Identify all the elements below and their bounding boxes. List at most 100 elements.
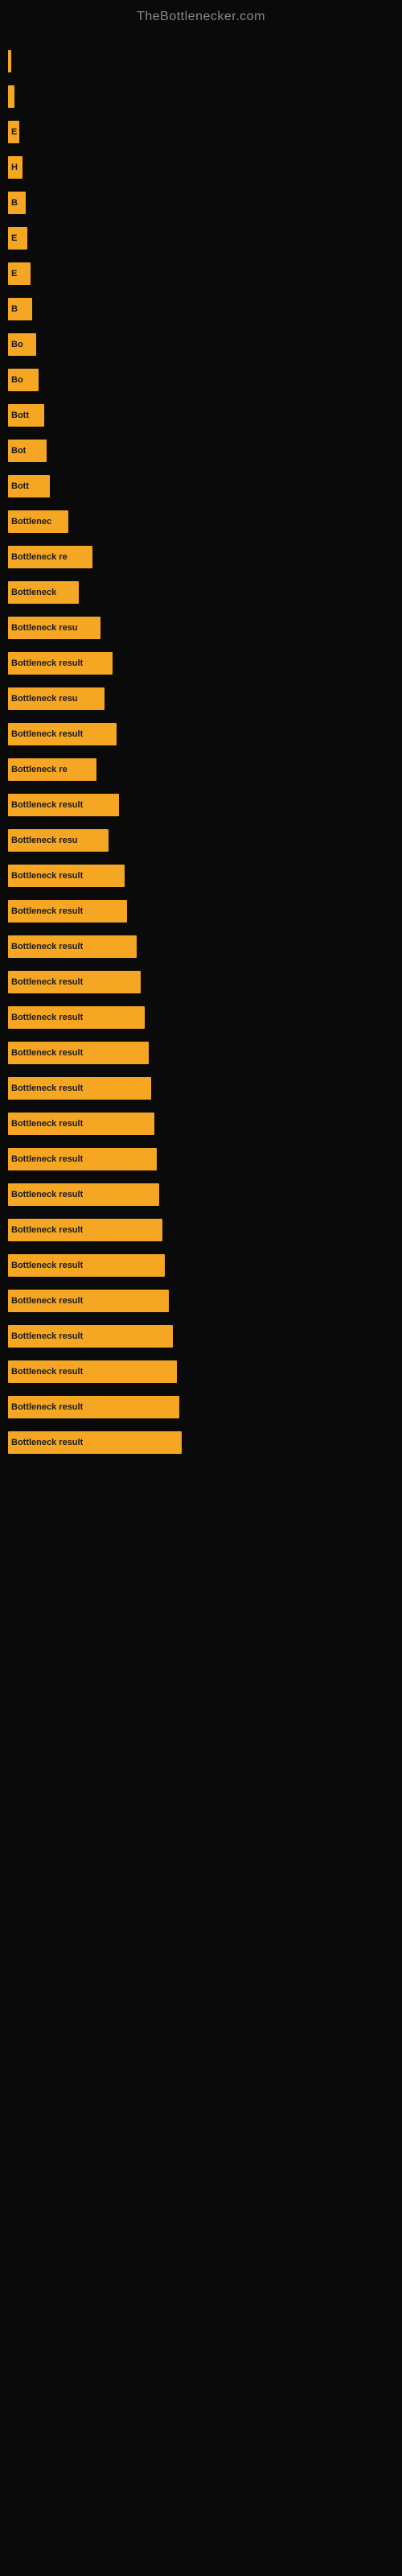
bar-18: Bottleneck resu — [8, 687, 105, 710]
bar-4: B — [8, 192, 26, 214]
bar-row: Bott — [8, 472, 402, 501]
bar-label-5: E — [11, 233, 17, 243]
bar-row: E — [8, 224, 402, 253]
bar-29: Bottleneck result — [8, 1077, 151, 1100]
bar-3: H — [8, 156, 23, 179]
bar-row: Bottleneck — [8, 578, 402, 607]
bar-38: Bottleneck result — [8, 1396, 179, 1418]
bar-label-35: Bottleneck result — [11, 1296, 83, 1306]
bar-label-19: Bottleneck result — [11, 729, 83, 739]
bar-label-30: Bottleneck result — [11, 1119, 83, 1129]
bar-row: Bottleneck result — [8, 1145, 402, 1174]
bar-label-27: Bottleneck result — [11, 1013, 83, 1022]
bar-row: Bottleneck result — [8, 1038, 402, 1067]
bar-39: Bottleneck result — [8, 1431, 182, 1454]
bar-row: Bottleneck result — [8, 1109, 402, 1138]
bar-6: E — [8, 262, 31, 285]
bar-22: Bottleneck resu — [8, 829, 109, 852]
bar-row: Bottleneck result — [8, 1074, 402, 1103]
bar-23: Bottleneck result — [8, 865, 125, 887]
bar-label-17: Bottleneck result — [11, 658, 83, 668]
bar-row — [8, 47, 402, 76]
bar-label-15: Bottleneck — [11, 588, 56, 597]
bar-row: Bottleneck resu — [8, 684, 402, 713]
bar-label-31: Bottleneck result — [11, 1154, 83, 1164]
bar-row: Bottleneck result — [8, 720, 402, 749]
bar-label-9: Bo — [11, 375, 23, 385]
bar-row: Bo — [8, 365, 402, 394]
bar-21: Bottleneck result — [8, 794, 119, 816]
bar-row: Bottleneck result — [8, 932, 402, 961]
bar-label-20: Bottleneck re — [11, 765, 68, 774]
bar-label-12: Bott — [11, 481, 29, 491]
bar-25: Bottleneck result — [8, 935, 137, 958]
bar-row: E — [8, 118, 402, 147]
bar-label-6: E — [11, 269, 17, 279]
bar-label-10: Bott — [11, 411, 29, 420]
bar-row: Bottleneck result — [8, 1180, 402, 1209]
bar-row: Bottleneck re — [8, 543, 402, 572]
bar-label-21: Bottleneck result — [11, 800, 83, 810]
bar-row: Bottleneck result — [8, 1322, 402, 1351]
bar-label-38: Bottleneck result — [11, 1402, 83, 1412]
bar-1 — [8, 85, 14, 108]
bar-row: Bottleneck result — [8, 649, 402, 678]
bar-row: Bo — [8, 330, 402, 359]
site-title: TheBottlenecker.com — [0, 0, 402, 31]
bar-label-25: Bottleneck result — [11, 942, 83, 952]
bar-label-18: Bottleneck resu — [11, 694, 78, 704]
bar-row: Bottleneck resu — [8, 613, 402, 642]
bar-5: E — [8, 227, 27, 250]
bar-label-28: Bottleneck result — [11, 1048, 83, 1058]
bar-row: Bottleneck result — [8, 1393, 402, 1422]
bar-36: Bottleneck result — [8, 1325, 173, 1348]
bar-row: Bottleneck result — [8, 791, 402, 819]
bar-row: Bottleneck result — [8, 1003, 402, 1032]
bar-label-8: Bo — [11, 340, 23, 349]
bar-2: E — [8, 121, 19, 143]
bar-11: Bot — [8, 440, 47, 462]
bar-12: Bott — [8, 475, 50, 497]
bar-row: Bottleneck result — [8, 1216, 402, 1245]
bar-row: Bottleneck result — [8, 1357, 402, 1386]
bar-row: Bottlenec — [8, 507, 402, 536]
bar-row: Bott — [8, 401, 402, 430]
bar-label-4: B — [11, 198, 18, 208]
bar-label-34: Bottleneck result — [11, 1261, 83, 1270]
bar-10: Bott — [8, 404, 44, 427]
bar-row: Bottleneck result — [8, 1251, 402, 1280]
bar-19: Bottleneck result — [8, 723, 117, 745]
bar-7: B — [8, 298, 32, 320]
bar-row: B — [8, 188, 402, 217]
bar-label-39: Bottleneck result — [11, 1438, 83, 1447]
bar-32: Bottleneck result — [8, 1183, 159, 1206]
bar-9: Bo — [8, 369, 39, 391]
bar-label-37: Bottleneck result — [11, 1367, 83, 1377]
bar-row: Bottleneck result — [8, 897, 402, 926]
bar-27: Bottleneck result — [8, 1006, 145, 1029]
bar-label-11: Bot — [11, 446, 26, 456]
bar-26: Bottleneck result — [8, 971, 141, 993]
bar-row: Bottleneck result — [8, 861, 402, 890]
bar-33: Bottleneck result — [8, 1219, 162, 1241]
bar-35: Bottleneck result — [8, 1290, 169, 1312]
bar-label-7: B — [11, 304, 18, 314]
bar-28: Bottleneck result — [8, 1042, 149, 1064]
bar-label-2: E — [11, 127, 17, 137]
bar-15: Bottleneck — [8, 581, 79, 604]
bar-row: Bottleneck re — [8, 755, 402, 784]
bar-17: Bottleneck result — [8, 652, 113, 675]
bar-label-32: Bottleneck result — [11, 1190, 83, 1199]
bar-label-33: Bottleneck result — [11, 1225, 83, 1235]
bar-20: Bottleneck re — [8, 758, 96, 781]
bar-24: Bottleneck result — [8, 900, 127, 923]
bar-row: Bot — [8, 436, 402, 465]
bar-0 — [8, 50, 11, 72]
bar-16: Bottleneck resu — [8, 617, 100, 639]
bar-row: H — [8, 153, 402, 182]
bar-row: B — [8, 295, 402, 324]
bar-31: Bottleneck result — [8, 1148, 157, 1170]
bar-37: Bottleneck result — [8, 1360, 177, 1383]
bar-row: Bottleneck result — [8, 968, 402, 997]
bar-row: Bottleneck result — [8, 1428, 402, 1457]
